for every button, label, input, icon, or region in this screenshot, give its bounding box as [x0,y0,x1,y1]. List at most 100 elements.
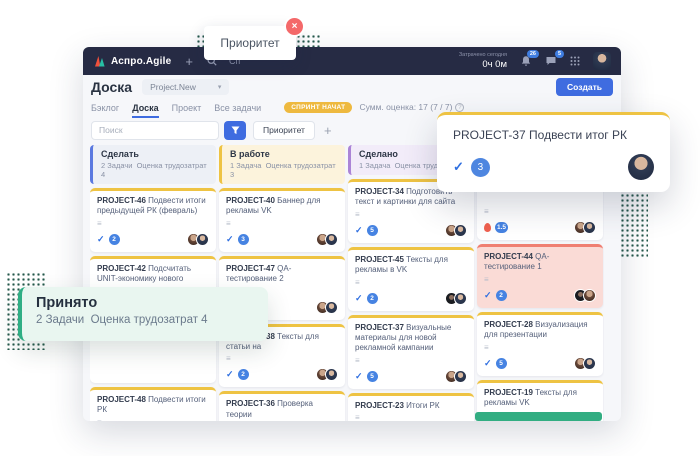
task-card-title: PROJECT-36 Проверка теории [226,399,338,420]
avatar [454,292,467,305]
task-card-footer: ✓5 [355,370,467,383]
task-card-title: PROJECT-23 Итоги РК [355,401,467,411]
search-input[interactable] [91,121,219,140]
task-id: PROJECT-46 [97,196,148,205]
check-icon: ✓ [484,291,492,300]
accepted-column-highlight [475,412,602,421]
task-card-footer: ✓2 [484,289,596,302]
tab-Доска[interactable]: Доска [132,103,158,118]
description-icon: ≡ [226,355,338,363]
close-icon[interactable]: × [284,16,305,37]
task-card[interactable]: PROJECT-40 Баннер для рекламы VK≡✓3 [219,188,345,252]
task-card[interactable]: PROJECT-48 Подвести итоги РК≡✓3 [90,387,216,421]
description-icon: ≡ [355,279,467,287]
check-icon: ✓ [355,372,363,381]
user-avatar[interactable] [593,52,611,70]
description-icon: ≡ [97,220,209,228]
notifications-button[interactable]: 26 [520,55,532,67]
task-id: PROJECT-44 [484,252,535,261]
assignee-avatars [187,233,209,246]
task-id: PROJECT-34 [355,187,406,196]
task-card[interactable]: PROJECT-23 Итоги РК≡✓5 [348,393,474,421]
estimate-badge: 3 [238,234,249,245]
sprint-status-badge: СПРИНТ НАЧАТ [284,102,352,113]
task-card-title: PROJECT-46 Подвести итоги предыдущей РК … [97,196,209,217]
time-tracked-value: 0ч 0м [459,59,507,71]
add-filter-button[interactable]: + [324,124,332,137]
check-icon: ✓ [453,159,464,175]
assignee-avatars [445,292,467,305]
filter-button[interactable] [224,121,246,140]
estimate-badge: 5 [367,225,378,236]
check-icon: ✓ [484,359,492,368]
estimate-badge: 5 [367,371,378,382]
priority-filter-chip[interactable]: Приоритет [253,121,315,140]
avatar [325,233,338,246]
task-card-footer: ✓5 [484,357,596,370]
accepted-column-title: Принято [36,295,254,311]
description-icon: ≡ [355,357,467,365]
board-column: В работе 1 Задача Оценка трудозатрат 3 PRO… [219,145,345,421]
info-icon[interactable]: ? [455,103,464,112]
check-icon: ✓ [97,235,105,244]
avatar [196,233,209,246]
task-card[interactable]: PROJECT-45 Тексты для рекламы в VK≡✓2 [348,247,474,311]
board-column: Сделать2 Задачи Оценка трудозатрат 4 PROJ… [90,145,216,421]
assignee-avatars [316,368,338,381]
time-tracked-label: Затрачено сегодня [459,52,507,59]
screenshot-stage: Аспро.Agile + Сп Затрачено сегодня 0ч 0м… [0,0,700,456]
estimate-badge: 1.5 [495,222,508,233]
popup-assignee-avatar [628,154,654,180]
assignee-avatars [316,301,338,314]
column-name: В работе [230,149,337,159]
avatar [454,370,467,383]
task-card[interactable]: PROJECT-28 Визуализация для презентации≡… [477,312,603,376]
chevron-down-icon: ▾ [218,83,222,91]
estimate-badge: 2 [109,234,120,245]
task-card-covered [90,334,216,383]
description-icon: ≡ [226,220,338,228]
estimate-badge: 2 [367,293,378,304]
estimate-badge: 2 [496,290,507,301]
messages-count: 5 [555,50,564,58]
create-button[interactable]: Создать [556,78,613,96]
check-icon: ✓ [226,235,234,244]
sprint-summary: Сумм. оценка: 17 (7 / 7)? [359,102,464,112]
column-stats: 1 Задача Оценка трудозатрат 3 [230,161,337,179]
task-id: PROJECT-48 [97,395,148,404]
assignee-avatars [574,289,596,302]
apps-grid-icon[interactable] [570,56,580,66]
assignee-avatars [316,233,338,246]
column-name: Сделать [101,149,208,159]
task-card[interactable]: PROJECT-37 Визуальные материалы для ново… [348,315,474,389]
tab-Проект[interactable]: Проект [172,103,202,116]
brand[interactable]: Аспро.Agile [93,55,171,68]
tab-Все задачи[interactable]: Все задачи [214,103,261,116]
task-id: PROJECT-45 [355,255,406,264]
column-header: В работе 1 Задача Оценка трудозатрат 3 [219,145,345,184]
time-tracked: Затрачено сегодня 0ч 0м [459,52,507,71]
check-icon: ✓ [355,226,363,235]
assignee-avatars [445,224,467,237]
task-card[interactable]: PROJECT-36 Проверка теории≡✓3 [219,391,345,421]
task-card-footer: ✓2 [355,292,467,305]
task-id: PROJECT-23 [355,401,406,410]
task-card-footer: ✓5 [355,224,467,237]
messages-button[interactable]: 5 [545,55,557,67]
popup-task-title: PROJECT-37 Подвести итог РК [453,128,654,142]
project-select[interactable]: Project.New ▾ [142,79,229,95]
task-card-popup[interactable]: PROJECT-37 Подвести итог РК ✓ 3 [437,112,670,192]
task-card[interactable]: PROJECT-44 QA-тестирование 1≡✓2 [477,244,603,308]
tab-Бэклог[interactable]: Бэклог [91,103,119,116]
task-card-title: PROJECT-37 Визуальные материалы для ново… [355,323,467,354]
task-card[interactable]: PROJECT-46 Подвести итоги предыдущей РК … [90,188,216,252]
add-icon[interactable]: + [185,55,193,68]
page-header: Доска Project.New ▾ Создать [83,75,621,99]
task-id: PROJECT-36 [226,399,277,408]
task-card-title: PROJECT-19 Тексты для рекламы VK [484,388,596,409]
description-icon: ≡ [355,211,467,219]
description-icon: ≡ [355,414,467,421]
assignee-avatars [445,370,467,383]
column-header: Сделать2 Задачи Оценка трудозатрат 4 [90,145,216,184]
task-id: PROJECT-40 [226,196,277,205]
